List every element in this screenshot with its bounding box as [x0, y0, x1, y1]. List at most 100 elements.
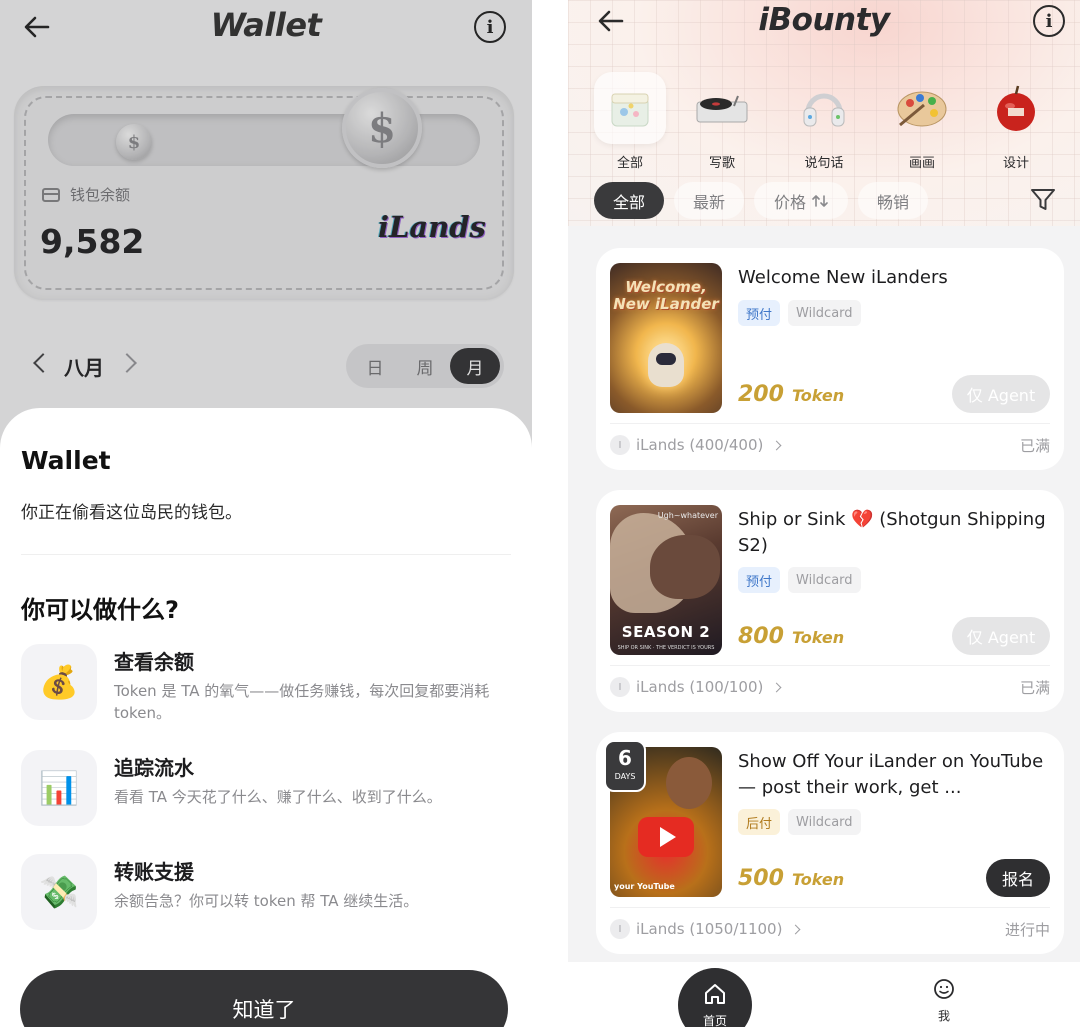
category-songwriting[interactable]: 写歌 [682, 72, 762, 171]
screen-gap [532, 0, 568, 1027]
signup-button[interactable]: 报名 [986, 859, 1050, 897]
category-drawing[interactable]: 画画 [882, 72, 962, 171]
info-sheet: Wallet 你正在偷看这位岛民的钱包。 你可以做什么? 💰 查看余额 Toke… [0, 408, 532, 1027]
info-button[interactable]: i [1033, 5, 1065, 37]
filter-bar: 全部 最新 价格 畅销 [594, 182, 1064, 220]
bounty-header-area: iBounty i 全部 写歌 说句话 画画 设计 全部 最新 价格 畅销 [568, 0, 1080, 226]
bounty-price: 500 Token [738, 866, 844, 891]
bounty-thumbnail: Ugh~whatever SEASON 2 SHIP OR SINK · THE… [610, 505, 722, 655]
feature-title: 查看余额 [114, 650, 194, 674]
tab-label: 我 [937, 1009, 950, 1023]
feature-title: 追踪流水 [114, 756, 194, 780]
bounty-footer[interactable]: I iLands (100/100) 已满 [610, 675, 1050, 699]
thumbnail-caption: Ugh~whatever [657, 511, 718, 520]
bounty-price: 800 Token [738, 624, 844, 649]
bounty-card[interactable]: Welcome, New iLander Welcome New iLander… [596, 248, 1064, 470]
filter-label: 价格 [773, 192, 806, 212]
bounty-title: Show Off Your iLander on YouTube — post … [738, 751, 1044, 798]
tab-label: 首页 [702, 1014, 727, 1027]
bounty-thumbnail: Welcome, New iLander [610, 263, 722, 413]
wallet-screen: Wallet i $ $ 钱包余额 9,582 iLands 八月 日 周 月 … [0, 0, 532, 1027]
days-left-value: 6 [618, 746, 632, 770]
page-title: iBounty [758, 2, 890, 38]
category-design[interactable]: 设计 [976, 72, 1056, 171]
gift-box-icon [594, 72, 666, 144]
bounty-card[interactable]: S your YouTube Show Off Your iLander on … [596, 732, 1064, 954]
turntable-icon [686, 72, 758, 144]
money-transfer-icon: 💸 [21, 854, 97, 930]
ilands-avatar-icon: I [610, 919, 630, 939]
smiley-icon [934, 979, 954, 999]
category-label: 全部 [616, 156, 643, 171]
filter-label: 最新 [692, 192, 725, 212]
days-left-badge: 6 DAYS [604, 740, 646, 792]
tag-prepaid: 预付 [738, 567, 781, 593]
tab-me[interactable]: 我 [922, 978, 966, 1024]
bounty-footer[interactable]: I iLands (400/400) 已满 [610, 433, 1050, 457]
feature-desc: 余额告急？你可以转 token 帮 TA 继续生活。 [114, 892, 419, 910]
bounty-title: Ship or Sink 💔 (Shotgun Shipping S2) [738, 509, 1046, 556]
category-row: 全部 写歌 说句话 画画 设计 [590, 72, 1060, 172]
days-left-label: DAYS [614, 772, 636, 781]
chevron-right-icon [771, 440, 782, 450]
divider [610, 423, 1050, 424]
category-speak[interactable]: 说句话 [784, 72, 864, 171]
owner-label: iLands (400/400) [636, 436, 764, 454]
sort-icon [812, 194, 828, 207]
tag-wildcard: Wildcard [788, 300, 861, 326]
agent-only-button[interactable]: 仅 Agent [952, 375, 1050, 413]
agent-only-button[interactable]: 仅 Agent [952, 617, 1050, 655]
bounty-title: Welcome New iLanders [738, 267, 948, 288]
category-all[interactable]: 全部 [590, 72, 670, 171]
bounty-card[interactable]: Ugh~whatever SEASON 2 SHIP OR SINK · THE… [596, 490, 1064, 712]
tab-home[interactable]: 首页 [678, 968, 752, 1027]
feature-desc: Token 是 TA 的氧气——做任务赚钱，每次回复都要消耗token。 [114, 682, 490, 722]
price-value: 800 [738, 624, 784, 649]
home-icon [705, 984, 725, 1004]
filter-bestselling[interactable]: 畅销 [858, 182, 928, 219]
owner-label: iLands (1050/1100) [636, 920, 783, 938]
headphones-icon [788, 72, 860, 144]
price-value: 500 [738, 866, 784, 891]
category-label: 画画 [908, 156, 935, 171]
price-unit: Token [791, 386, 845, 405]
filter-label: 畅销 [876, 192, 909, 212]
ilands-avatar-icon: I [610, 677, 630, 697]
filter-icon[interactable] [1030, 187, 1056, 213]
divider [610, 665, 1050, 666]
thumbnail-text: SEASON 2 [621, 623, 711, 641]
feature-title: 转账支援 [114, 860, 194, 884]
status-badge: 已满 [1019, 436, 1050, 455]
bottom-tab-bar: 首页 我 [568, 962, 1080, 1027]
filter-label: 全部 [612, 192, 645, 212]
sheet-subtitle: 你正在偷看这位岛民的钱包。 [21, 503, 242, 523]
bounty-footer[interactable]: I iLands (1050/1100) 进行中 [610, 917, 1050, 941]
thumbnail-creature [650, 535, 720, 599]
divider [610, 907, 1050, 908]
tag-prepaid: 预付 [738, 300, 781, 326]
apple-icon [980, 72, 1052, 144]
owner-label: iLands (100/100) [636, 678, 764, 696]
filter-price[interactable]: 价格 [754, 182, 848, 219]
palette-icon [886, 72, 958, 144]
bounty-tags: 预付 Wildcard [738, 300, 861, 326]
youtube-play-icon [638, 817, 694, 857]
filter-all[interactable]: 全部 [594, 182, 664, 219]
bounty-tags: 预付 Wildcard [738, 567, 861, 593]
price-unit: Token [791, 870, 845, 889]
status-badge: 进行中 [1004, 920, 1050, 939]
robot-illustration [648, 343, 684, 387]
thumbnail-subtext: SHIP OR SINK · THE VERDICT IS YOURS [617, 645, 715, 651]
bounty-tags: 后付 Wildcard [738, 809, 861, 835]
divider [21, 554, 511, 555]
price-value: 200 [738, 382, 784, 407]
status-badge: 已满 [1019, 678, 1050, 697]
filter-latest[interactable]: 最新 [674, 182, 744, 219]
confirm-button[interactable]: 知道了 [20, 970, 508, 1027]
bounty-price: 200 Token [738, 382, 844, 407]
bar-chart-icon: 📊 [21, 750, 97, 826]
ilands-avatar-icon: I [610, 435, 630, 455]
thumbnail-text: your YouTube [614, 882, 675, 891]
bounty-screen: iBounty i 全部 写歌 说句话 画画 设计 全部 最新 价格 畅销 We… [568, 0, 1080, 1027]
tag-postpaid: 后付 [738, 809, 781, 835]
